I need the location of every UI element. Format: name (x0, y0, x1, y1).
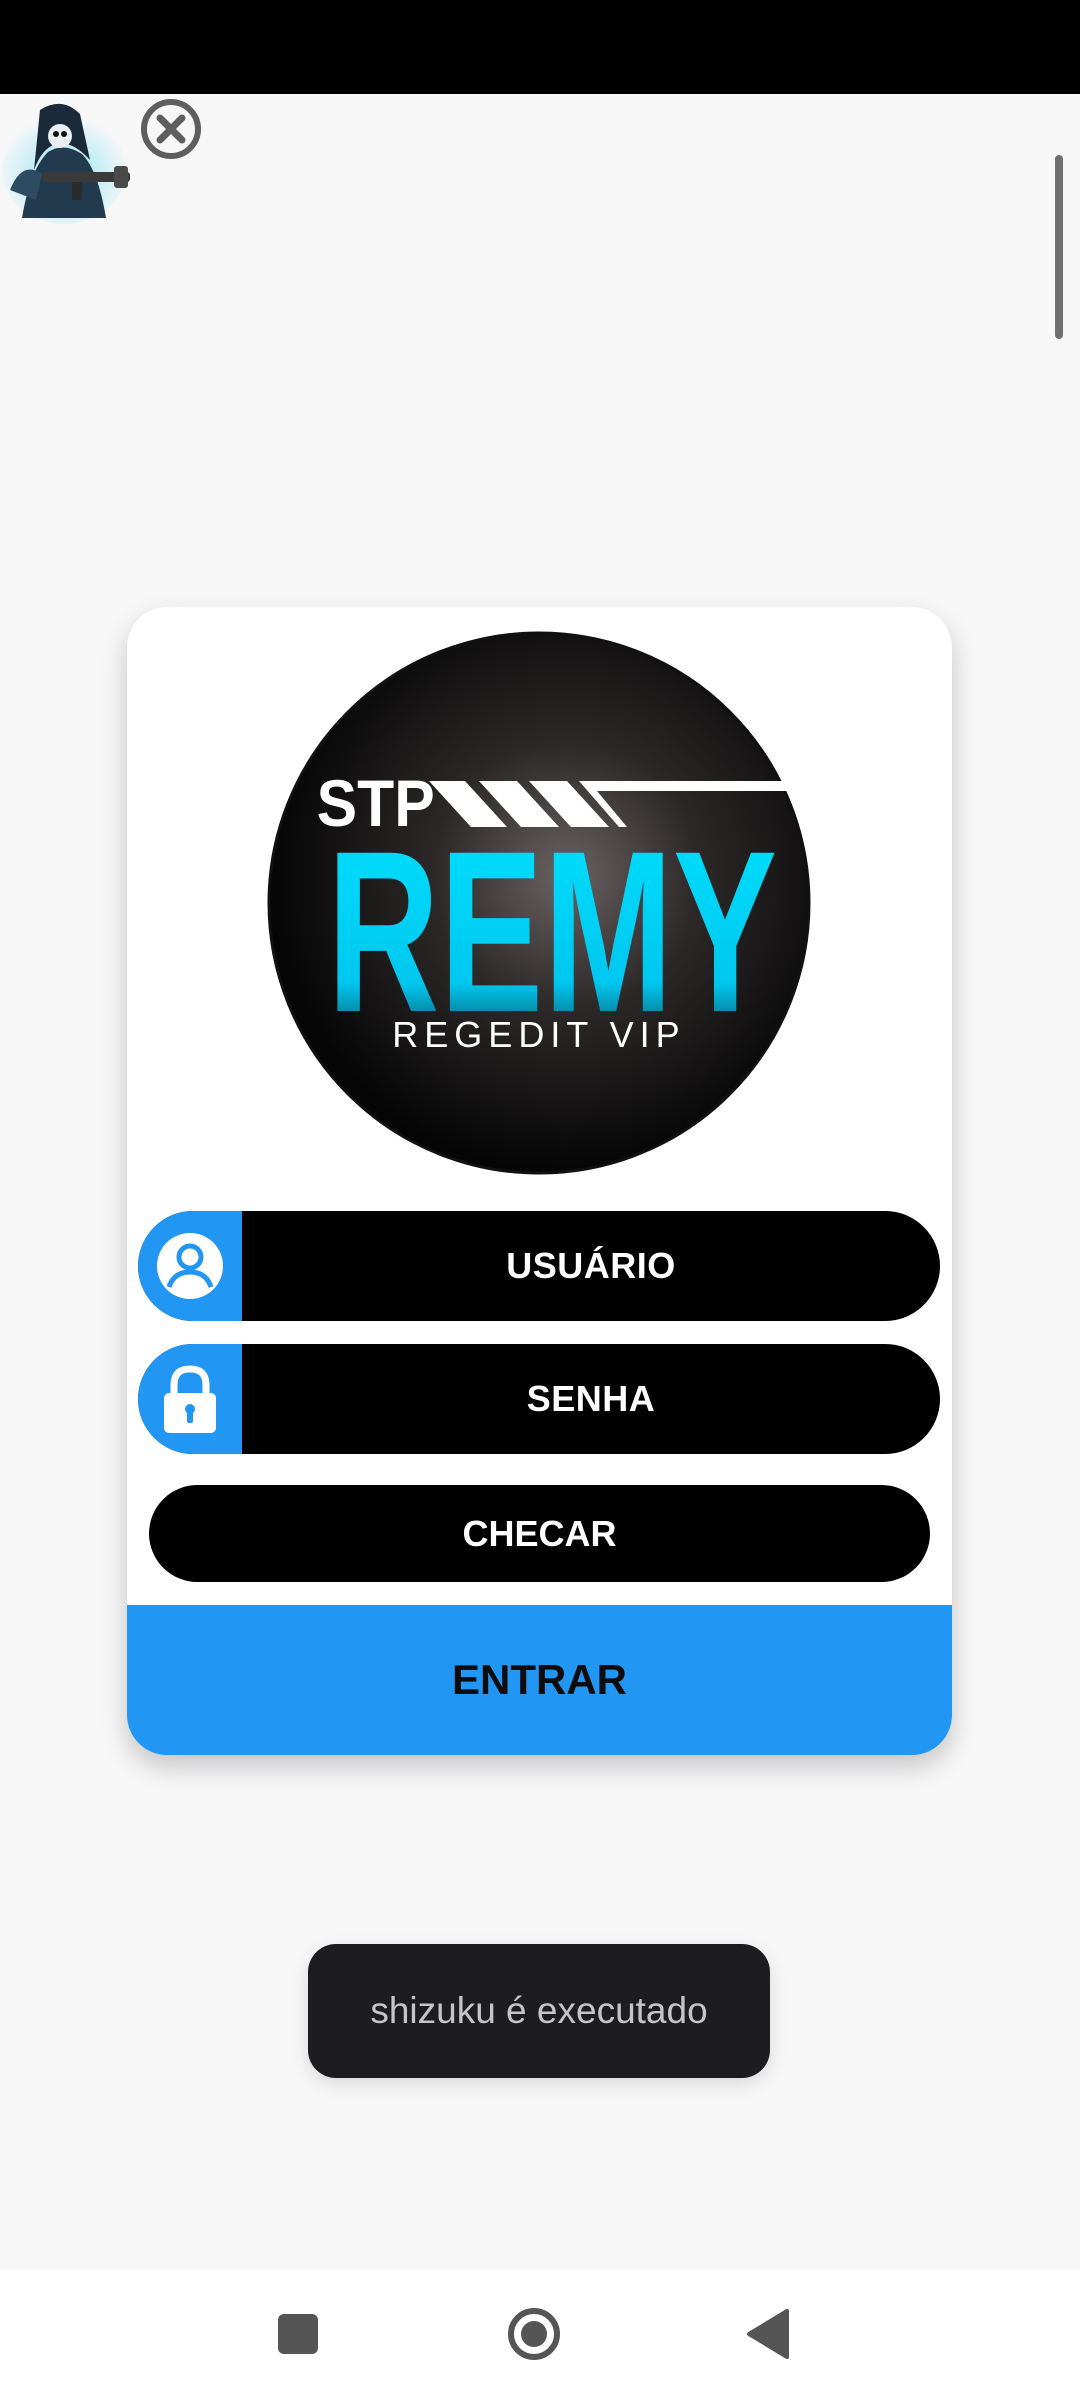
back-triangle-icon[interactable] (745, 2307, 791, 2361)
lock-icon (138, 1344, 242, 1454)
username-field[interactable]: USUÁRIO (138, 1211, 940, 1321)
toast-message: shizuku é executado (308, 1944, 770, 2078)
logo-tagline: REGEDIT VIP (392, 1014, 685, 1055)
floating-avatar-icon[interactable] (2, 100, 136, 226)
app-logo: STP REMY REGEDIT VIP (267, 631, 812, 1176)
user-icon (138, 1211, 242, 1321)
recents-square-icon[interactable] (278, 2314, 318, 2354)
password-field[interactable]: SENHA (138, 1344, 940, 1454)
enter-button[interactable]: ENTRAR (127, 1605, 952, 1755)
scrollbar[interactable] (1055, 155, 1063, 339)
check-button[interactable]: CHECAR (149, 1485, 930, 1582)
status-bar (0, 0, 1080, 94)
password-label: SENHA (526, 1378, 656, 1419)
username-label: USUÁRIO (506, 1245, 676, 1286)
close-icon[interactable] (139, 97, 203, 161)
login-card: STP REMY REGEDIT VIP USUÁRIO SENHA CHECA… (127, 607, 952, 1755)
home-circle-icon[interactable] (506, 2306, 562, 2362)
